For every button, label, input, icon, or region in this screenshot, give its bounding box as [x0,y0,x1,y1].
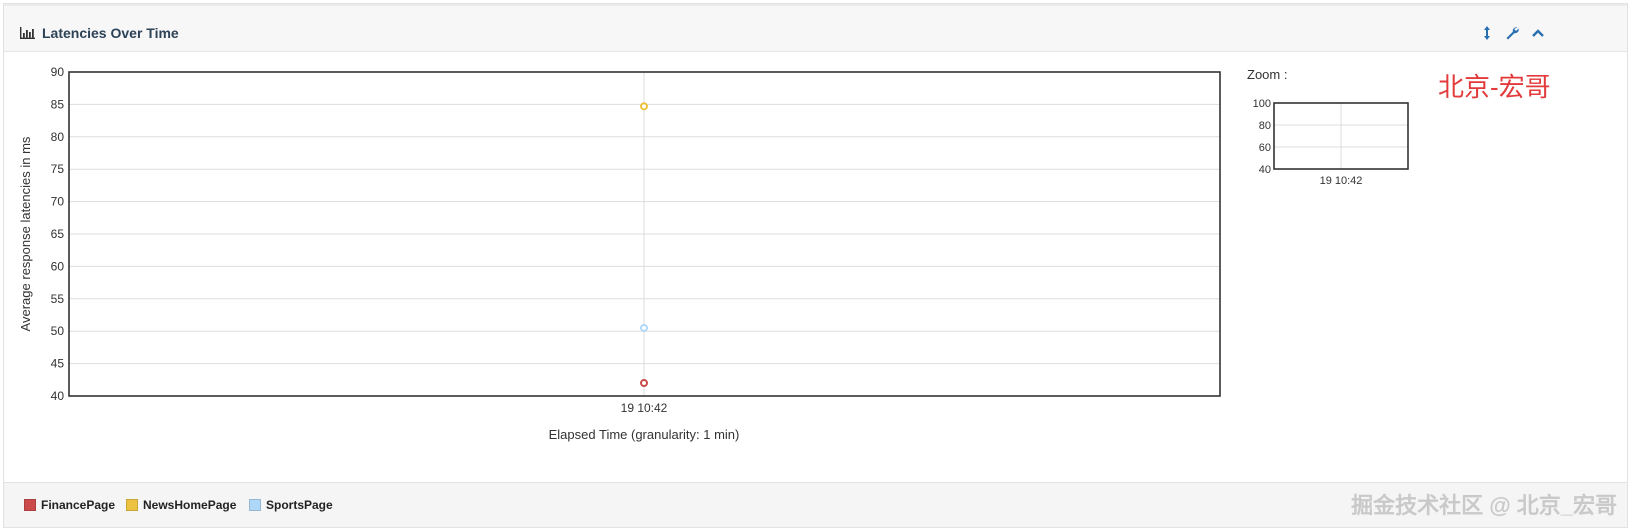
y-tick-label: 60 [51,259,65,273]
zoom-label: Zoom : [1247,67,1288,82]
legend-item-financepage[interactable]: FinancePage [24,498,115,512]
zoom-x-tick-label: 19 10:42 [1320,175,1363,187]
zoom-y-tick-label: 80 [1259,120,1271,132]
y-axis-title: Average response latencies in ms [18,136,33,331]
y-tick-label: 50 [51,324,65,338]
bar-chart-icon [20,27,35,39]
legend-swatch [24,499,36,511]
y-tick-label: 70 [51,195,65,209]
zoom-chart[interactable]: 40 60 80 100 19 10:42 [1234,92,1434,192]
legend-label: SportsPage [266,498,333,512]
zoom-y-tick-label: 40 [1259,164,1271,176]
legend-bar: FinancePage NewsHomePage SportsPage 掘金技术… [4,482,1627,527]
watermark-top: 北京-宏哥 [1438,72,1551,102]
legend-item-newshomepage[interactable]: NewsHomePage [126,498,236,512]
latencies-panel: Latencies Over Time 40 45 50 55 60 65 70 75 80 85… [3,3,1628,528]
legend-swatch [126,499,138,511]
y-tick-label: 85 [51,97,65,111]
y-tick-label: 90 [51,65,65,79]
zoom-y-tick-label: 100 [1253,98,1271,110]
y-tick-label: 65 [51,227,65,241]
y-tick-label: 45 [51,357,65,371]
data-point-financepage [640,379,648,388]
data-point-sportspage [640,323,648,332]
data-point-newshomepage [640,102,648,111]
y-tick-label: 40 [51,389,65,403]
zoom-y-tick-label: 60 [1259,142,1271,154]
legend-label: NewsHomePage [143,498,237,512]
x-axis-title: Elapsed Time (granularity: 1 min) [549,427,740,442]
panel-header: Latencies Over Time [4,4,1627,52]
resize-icon[interactable] [1479,25,1495,41]
y-tick-label: 55 [51,292,65,306]
y-tick-label: 80 [51,130,65,144]
wrench-icon[interactable] [1504,25,1520,41]
main-chart: 40 45 50 55 60 65 70 75 80 85 90 19 10:42 Elapsed Ti… [18,65,1221,442]
panel-title: Latencies Over Time [42,25,179,41]
chevron-up-icon[interactable] [1530,25,1546,41]
legend-label: FinancePage [41,498,116,512]
y-tick-label: 75 [51,162,65,176]
legend-swatch [249,499,261,511]
x-tick-label: 19 10:42 [621,401,668,415]
watermark-footer: 掘金技术社区 @ 北京_宏哥 [1351,493,1617,518]
legend-item-sportspage[interactable]: SportsPage [249,498,333,512]
